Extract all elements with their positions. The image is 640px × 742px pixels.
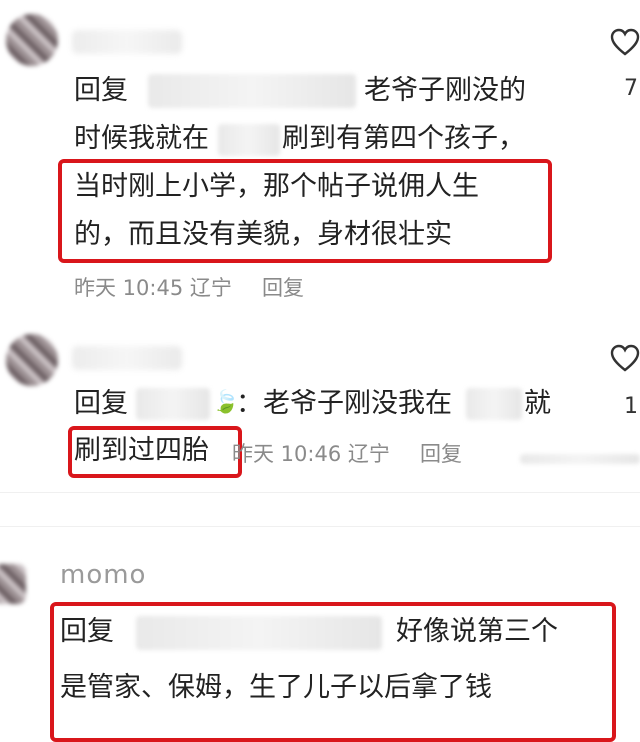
comment-text-2: 时候我就在 [74, 123, 209, 154]
comment-text-1: 好像说第三个 [396, 616, 558, 647]
comment-3: momo 回复 好像说第三个 是管家、保姆，生了儿子以后拿了钱 [0, 530, 640, 742]
divider [0, 492, 640, 493]
comment-time: 昨天 10:45 辽宁 [74, 274, 232, 302]
username-blurred[interactable] [72, 346, 182, 370]
avatar[interactable] [0, 564, 26, 604]
mention-blurred [136, 616, 382, 650]
mention-blurred [148, 74, 356, 108]
side-blurred [520, 454, 640, 464]
comment-text-2: 是管家、保姆，生了儿子以后拿了钱 [60, 672, 492, 703]
like-count: 1 [624, 394, 638, 419]
time-text: 昨天 10:46 [232, 442, 342, 466]
comment-1: 7 回复 老爷子刚没的 时候我就在 刷到有第四个孩子， 当时刚上小学，那个帖子说… [0, 0, 640, 320]
time-text: 昨天 10:45 [74, 276, 184, 300]
avatar[interactable] [6, 334, 58, 386]
reply-label: 回复 [60, 616, 114, 647]
comment-text-3: 刷到有第四个孩子， [282, 123, 525, 154]
reply-button[interactable]: 回复 [420, 440, 462, 468]
comment-2: 1 回复 🍃 ：老爷子刚没我在 就 刷到过四胎 昨天 10:46 辽宁 回复 [0, 320, 640, 490]
heart-outline-icon[interactable] [610, 28, 640, 56]
platform-blurred [466, 388, 522, 420]
comment-text-2: 就 [524, 388, 551, 419]
reply-label: 回复 [74, 388, 128, 419]
heart-outline-icon[interactable] [610, 344, 640, 372]
platform-blurred [218, 124, 280, 156]
reply-label: 回复 [74, 75, 128, 106]
divider [0, 526, 640, 527]
like-count: 7 [624, 76, 638, 101]
mention-blurred [136, 388, 210, 420]
location-text: 辽宁 [347, 442, 390, 466]
location-text: 辽宁 [189, 276, 232, 300]
username[interactable]: momo [60, 560, 146, 590]
comment-text-1: 老爷子刚没的 [364, 75, 526, 106]
username-blurred[interactable] [72, 30, 182, 54]
comment-text-3: 刷到过四胎 [74, 435, 209, 466]
avatar[interactable] [6, 14, 58, 66]
comment-time: 昨天 10:46 辽宁 [232, 440, 390, 468]
reply-button[interactable]: 回复 [262, 274, 304, 302]
comment-text-4: 当时刚上小学，那个帖子说佣人生 [74, 171, 479, 202]
comment-text-1: ：老爷子刚没我在 [236, 388, 452, 419]
comment-text-5: 的，而且没有美貌，身材很壮实 [74, 219, 452, 250]
